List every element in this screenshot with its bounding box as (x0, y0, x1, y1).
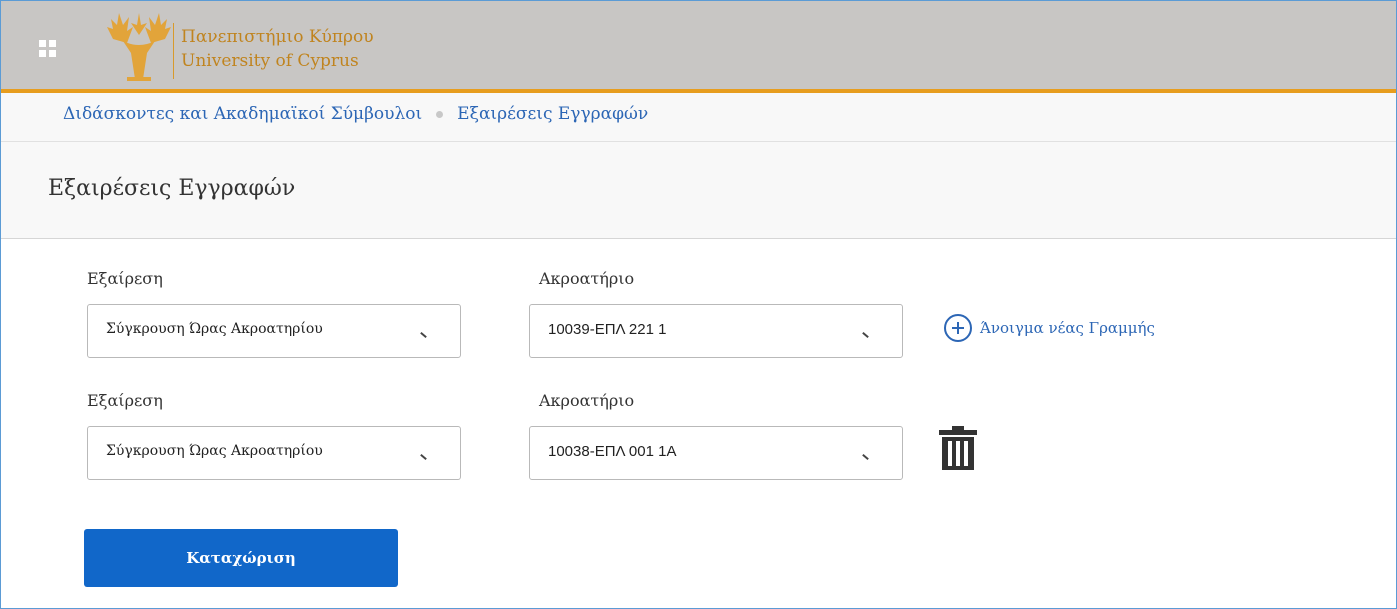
lecture-select-value: 10039-ΕΠΛ 221 1 (548, 321, 667, 338)
university-name-greek: Πανεπιστήμιο Κύπρου (181, 27, 374, 47)
breadcrumb-item-advisors[interactable]: Διδάσκοντες και Ακαδημαϊκοί Σύμβουλοι (63, 104, 422, 124)
logo-divider (173, 23, 174, 79)
app-launcher-icon[interactable] (39, 40, 57, 58)
exception-select[interactable]: Σύγκρουση Ώρας Ακροατηρίου (87, 426, 461, 480)
breadcrumb: Διδάσκοντες και Ακαδημαϊκοί Σύμβουλοι Εξ… (63, 104, 648, 124)
exception-select-value: Σύγκρουση Ώρας Ακροατηρίου (106, 443, 323, 459)
breadcrumb-separator-dot (436, 110, 444, 118)
lecture-select[interactable]: 10039-ΕΠΛ 221 1 (529, 304, 903, 358)
university-name-english: University of Cyprus (181, 51, 359, 71)
chevron-down-icon (420, 331, 427, 339)
chevron-down-icon (862, 331, 869, 339)
university-name: Πανεπιστήμιο Κύπρου University of Cyprus (181, 25, 374, 73)
breadcrumb-bar: Διδάσκοντες και Ακαδημαϊκοί Σύμβουλοι Εξ… (1, 93, 1396, 142)
university-logo (107, 13, 171, 81)
top-header: Πανεπιστήμιο Κύπρου University of Cyprus (1, 1, 1396, 93)
submit-button[interactable]: Καταχώριση (84, 529, 398, 587)
exception-label: Εξαίρεση (87, 391, 163, 410)
lecture-select-value: 10038-ΕΠΛ 001 1Α (548, 443, 677, 460)
plus-circle-icon (944, 314, 972, 342)
lecture-label: Ακροατήριο (539, 269, 635, 288)
lecture-label: Ακροατήριο (539, 391, 635, 410)
page-title: Εξαιρέσεις Εγγραφών (48, 176, 296, 201)
chevron-down-icon (862, 453, 869, 461)
exception-label: Εξαίρεση (87, 269, 163, 288)
breadcrumb-item-exceptions[interactable]: Εξαιρέσεις Εγγραφών (457, 104, 648, 124)
add-row-button[interactable]: Άνοιγμα νέας Γραμμής (944, 314, 1155, 342)
title-area: Εξαιρέσεις Εγγραφών (1, 142, 1396, 239)
lecture-select[interactable]: 10038-ΕΠΛ 001 1Α (529, 426, 903, 480)
chevron-down-icon (420, 453, 427, 461)
exception-select[interactable]: Σύγκρουση Ώρας Ακροατηρίου (87, 304, 461, 358)
app-window: Πανεπιστήμιο Κύπρου University of Cyprus… (0, 0, 1397, 609)
exception-select-value: Σύγκρουση Ώρας Ακροατηρίου (106, 321, 323, 337)
trash-icon[interactable] (937, 425, 979, 471)
add-row-label: Άνοιγμα νέας Γραμμής (980, 319, 1155, 337)
